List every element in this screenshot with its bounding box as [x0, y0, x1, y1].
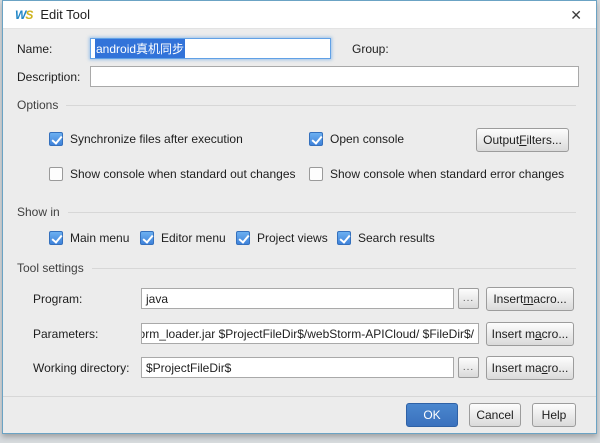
checkbox-label[interactable]: Open console	[330, 132, 404, 146]
button-label-part: cro...	[542, 327, 569, 341]
checkbox-icon[interactable]	[49, 231, 63, 245]
working-directory-insert-macro-button[interactable]: Insert macro...	[486, 356, 574, 380]
button-label-part: acro...	[533, 292, 566, 306]
window-title: Edit Tool	[40, 7, 566, 22]
parameters-input[interactable]: torm_loader.jar $ProjectFileDir$/webStor…	[141, 323, 479, 344]
options-section-title: Options	[17, 98, 58, 112]
button-mnemonic: a	[535, 327, 542, 341]
edit-tool-dialog: WS Edit Tool ✕ Name: android真机同步 Group: …	[2, 0, 597, 434]
tool-settings-section-title: Tool settings	[17, 261, 84, 275]
program-browse-button[interactable]: ...	[458, 288, 479, 309]
name-input[interactable]: android真机同步	[90, 38, 331, 59]
checkbox-synchronize-files[interactable]: Synchronize files after execution	[49, 132, 243, 146]
group-label: Group:	[352, 42, 389, 56]
tool-settings-section-header: Tool settings	[17, 261, 576, 275]
checkbox-icon[interactable]	[337, 231, 351, 245]
working-directory-input[interactable]: $ProjectFileDir$	[141, 357, 454, 378]
output-filters-button[interactable]: Output Filters...	[476, 128, 569, 152]
description-label: Description:	[17, 70, 80, 84]
checkbox-project-views[interactable]: Project views	[236, 231, 328, 245]
checkbox-search-results[interactable]: Search results	[337, 231, 435, 245]
checkbox-main-menu[interactable]: Main menu	[49, 231, 129, 245]
options-section-header: Options	[17, 98, 576, 112]
checkbox-editor-menu[interactable]: Editor menu	[140, 231, 226, 245]
working-directory-value: $ProjectFileDir$	[146, 361, 231, 375]
name-input-selected-text: android真机同步	[95, 39, 185, 58]
program-label: Program:	[33, 292, 82, 306]
ok-button[interactable]: OK	[406, 403, 458, 427]
ellipsis-icon: ...	[463, 362, 474, 373]
parameters-insert-macro-button[interactable]: Insert macro...	[486, 322, 574, 346]
checkbox-open-console[interactable]: Open console	[309, 132, 404, 146]
checkbox-label[interactable]: Show console when standard error changes	[330, 167, 564, 181]
button-label-part: Output	[483, 133, 519, 147]
button-label-part: ilters...	[527, 133, 562, 147]
show-in-section-header: Show in	[17, 205, 576, 219]
parameters-value: torm_loader.jar $ProjectFileDir$/webStor…	[141, 327, 474, 341]
checkbox-label[interactable]: Search results	[358, 231, 435, 245]
button-mnemonic: F	[519, 133, 526, 147]
logo-letter-w: W	[15, 8, 25, 22]
checkbox-label[interactable]: Project views	[257, 231, 328, 245]
checkbox-icon[interactable]	[236, 231, 250, 245]
checkbox-label[interactable]: Show console when standard out changes	[70, 167, 296, 181]
button-mnemonic: m	[523, 292, 533, 306]
name-label: Name:	[17, 42, 52, 56]
checkbox-icon[interactable]	[309, 132, 323, 146]
program-value: java	[146, 292, 168, 306]
checkbox-label[interactable]: Main menu	[70, 231, 129, 245]
title-bar: WS Edit Tool ✕	[3, 1, 596, 29]
close-icon[interactable]: ✕	[566, 8, 586, 22]
working-directory-label: Working directory:	[33, 361, 129, 375]
button-label-part: ro...	[548, 361, 569, 375]
checkbox-icon[interactable]	[49, 167, 63, 181]
checkbox-icon[interactable]	[309, 167, 323, 181]
button-label-part: Insert m	[492, 327, 535, 341]
parameters-label: Parameters:	[33, 327, 98, 341]
checkbox-show-console-stderr[interactable]: Show console when standard error changes	[309, 167, 564, 181]
show-in-section-title: Show in	[17, 205, 60, 219]
footer-buttons: OK Cancel Help	[406, 403, 576, 427]
checkbox-icon[interactable]	[49, 132, 63, 146]
program-insert-macro-button[interactable]: Insert macro...	[486, 287, 574, 311]
ellipsis-icon: ...	[463, 293, 474, 304]
checkbox-label[interactable]: Synchronize files after execution	[70, 132, 243, 146]
checkbox-label[interactable]: Editor menu	[161, 231, 226, 245]
help-button[interactable]: Help	[532, 403, 576, 427]
button-label-part: Insert ma	[492, 361, 542, 375]
footer-divider	[3, 396, 596, 397]
cancel-button[interactable]: Cancel	[469, 403, 521, 427]
logo-letter-s: S	[25, 8, 32, 22]
webstorm-logo-icon: WS	[15, 8, 32, 22]
working-directory-browse-button[interactable]: ...	[458, 357, 479, 378]
checkbox-show-console-stdout[interactable]: Show console when standard out changes	[49, 167, 296, 181]
checkbox-icon[interactable]	[140, 231, 154, 245]
description-input[interactable]	[90, 66, 579, 87]
program-input[interactable]: java	[141, 288, 454, 309]
button-label-part: Insert	[493, 292, 523, 306]
